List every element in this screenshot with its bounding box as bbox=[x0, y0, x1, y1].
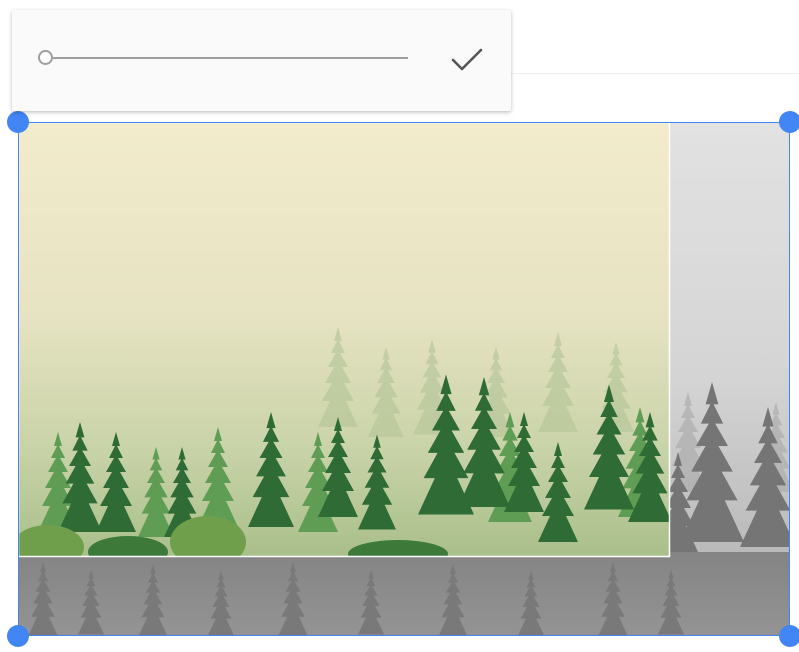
image-canvas[interactable] bbox=[18, 122, 790, 636]
resize-handle-bottom-left[interactable] bbox=[7, 625, 29, 647]
resize-handle-top-right[interactable] bbox=[779, 111, 799, 133]
resize-handle-top-left[interactable] bbox=[7, 111, 29, 133]
adjust-toolbar bbox=[12, 10, 511, 111]
slider-thumb[interactable] bbox=[38, 50, 53, 65]
slider-track[interactable] bbox=[46, 57, 408, 59]
image-editor bbox=[0, 0, 799, 652]
divider bbox=[511, 73, 799, 74]
adjust-slider[interactable] bbox=[36, 46, 408, 70]
photo-foggy-forest bbox=[18, 122, 790, 636]
crop-region bbox=[18, 122, 670, 557]
check-icon bbox=[451, 48, 483, 71]
confirm-button[interactable] bbox=[445, 40, 489, 80]
resize-handle-bottom-right[interactable] bbox=[779, 625, 799, 647]
